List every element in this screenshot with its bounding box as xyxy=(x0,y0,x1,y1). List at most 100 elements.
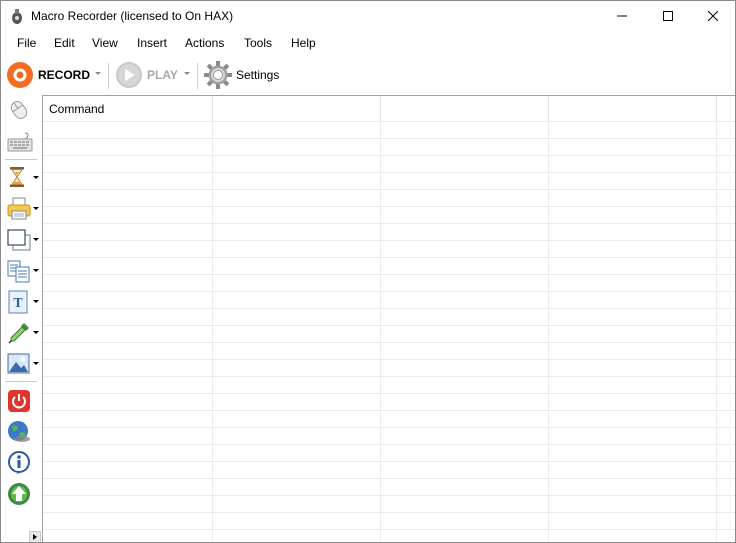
upload-icon xyxy=(8,483,30,505)
menu-help[interactable]: Help xyxy=(291,36,316,50)
grid-row-line xyxy=(43,427,735,428)
sidebar-pixel-button[interactable] xyxy=(5,318,39,346)
sidebar-separator xyxy=(5,381,37,382)
chevron-right-icon xyxy=(33,534,37,540)
grid-row-line xyxy=(43,172,735,173)
grid-row-line xyxy=(43,257,735,258)
grid-row-line xyxy=(43,461,735,462)
grid-row-line xyxy=(43,529,735,530)
grid-row-line xyxy=(43,206,735,207)
grid-row-line xyxy=(43,342,735,343)
column-header[interactable] xyxy=(213,96,381,121)
hourglass-icon xyxy=(10,167,24,187)
settings-button[interactable]: Settings xyxy=(203,61,279,89)
menu-actions[interactable]: Actions xyxy=(185,36,224,50)
eyedropper-icon xyxy=(8,323,29,344)
sidebar-text-button[interactable]: T xyxy=(5,287,39,315)
grid-column-line xyxy=(548,121,549,542)
app-icon xyxy=(12,9,22,24)
minimize-button[interactable] xyxy=(599,1,645,31)
sidebar-web-button[interactable] xyxy=(5,417,37,445)
sidebar-separator xyxy=(5,159,37,160)
record-label: RECORD xyxy=(38,68,91,82)
grid-row-line xyxy=(43,223,735,224)
gear-icon xyxy=(204,61,232,89)
column-header[interactable] xyxy=(381,96,549,121)
grid-row-line xyxy=(43,308,735,309)
grid-header: Command xyxy=(43,96,735,121)
clipboard-dropdown-arrow[interactable] xyxy=(33,269,39,272)
play-dropdown-arrow[interactable] xyxy=(184,72,190,75)
record-button[interactable]: RECORD xyxy=(6,61,90,89)
app-window: Macro Recorder (licensed to On HAX) File… xyxy=(0,0,736,543)
grid-column-line xyxy=(212,121,213,542)
menu-tools[interactable]: Tools xyxy=(244,36,272,50)
sidebar-expand-button[interactable] xyxy=(29,531,41,542)
grid-row-line xyxy=(43,325,735,326)
printer-icon xyxy=(7,197,31,220)
globe-icon xyxy=(8,421,30,442)
sidebar-shutdown-button[interactable] xyxy=(5,386,37,414)
mouse-icon xyxy=(10,101,28,119)
text-dropdown-arrow[interactable] xyxy=(33,300,39,303)
grid-row-line xyxy=(43,240,735,241)
toolbar-separator xyxy=(108,63,109,89)
close-button[interactable] xyxy=(690,1,735,31)
grid-column-line xyxy=(380,121,381,542)
maximize-icon xyxy=(663,11,673,21)
wait-dropdown-arrow[interactable] xyxy=(33,176,39,179)
menu-file[interactable]: File xyxy=(17,36,36,50)
sidebar-upload-button[interactable] xyxy=(5,479,37,507)
pixel-dropdown-arrow[interactable] xyxy=(33,331,39,334)
menu-bar: File Edit View Insert Actions Tools Help xyxy=(1,32,735,54)
grid-row-line xyxy=(43,121,735,122)
play-icon xyxy=(116,62,142,88)
command-grid[interactable]: Command xyxy=(42,95,735,542)
window-icon xyxy=(7,229,31,251)
menu-view[interactable]: View xyxy=(92,36,118,50)
grid-row-line xyxy=(43,495,735,496)
sidebar-window-button[interactable] xyxy=(5,225,39,253)
action-sidebar: T xyxy=(1,95,41,542)
grid-row-line xyxy=(43,274,735,275)
sidebar-message-button[interactable] xyxy=(5,448,37,476)
grid-row-line xyxy=(43,512,735,513)
record-icon xyxy=(7,62,33,88)
sidebar-wait-button[interactable] xyxy=(5,163,39,191)
window-dropdown-arrow[interactable] xyxy=(33,238,39,241)
grid-row-line xyxy=(43,291,735,292)
info-icon xyxy=(8,451,30,475)
image-icon xyxy=(7,353,30,374)
toolbar: RECORD PLAY Settings xyxy=(1,55,735,95)
close-icon xyxy=(708,11,718,21)
svg-text:T: T xyxy=(13,296,23,311)
grid-row-line xyxy=(43,410,735,411)
play-label: PLAY xyxy=(147,68,178,82)
text-icon: T xyxy=(8,290,28,314)
sidebar-keyboard-button[interactable] xyxy=(5,128,37,156)
grid-row-line xyxy=(43,376,735,377)
menu-insert[interactable]: Insert xyxy=(137,36,167,50)
grid-row-line xyxy=(43,478,735,479)
grid-row-line xyxy=(43,189,735,190)
grid-column-line xyxy=(716,121,717,542)
maximize-button[interactable] xyxy=(645,1,691,31)
sidebar-image-button[interactable] xyxy=(5,349,39,377)
sidebar-clipboard-button[interactable] xyxy=(5,256,39,284)
menu-edit[interactable]: Edit xyxy=(54,36,75,50)
image-dropdown-arrow[interactable] xyxy=(33,362,39,365)
grid-row-line xyxy=(43,138,735,139)
keyboard-icon xyxy=(7,132,33,152)
sidebar-mouse-button[interactable] xyxy=(5,96,37,124)
play-button[interactable]: PLAY xyxy=(115,61,178,89)
grid-row-line xyxy=(43,393,735,394)
print-dropdown-arrow[interactable] xyxy=(33,207,39,210)
column-header-command[interactable]: Command xyxy=(43,96,213,121)
sidebar-print-button[interactable] xyxy=(5,194,39,222)
column-header[interactable] xyxy=(549,96,717,121)
title-bar: Macro Recorder (licensed to On HAX) xyxy=(1,1,735,31)
grid-row-line xyxy=(43,359,735,360)
record-dropdown-arrow[interactable] xyxy=(95,72,101,75)
toolbar-separator xyxy=(197,63,198,89)
settings-label: Settings xyxy=(236,68,280,82)
